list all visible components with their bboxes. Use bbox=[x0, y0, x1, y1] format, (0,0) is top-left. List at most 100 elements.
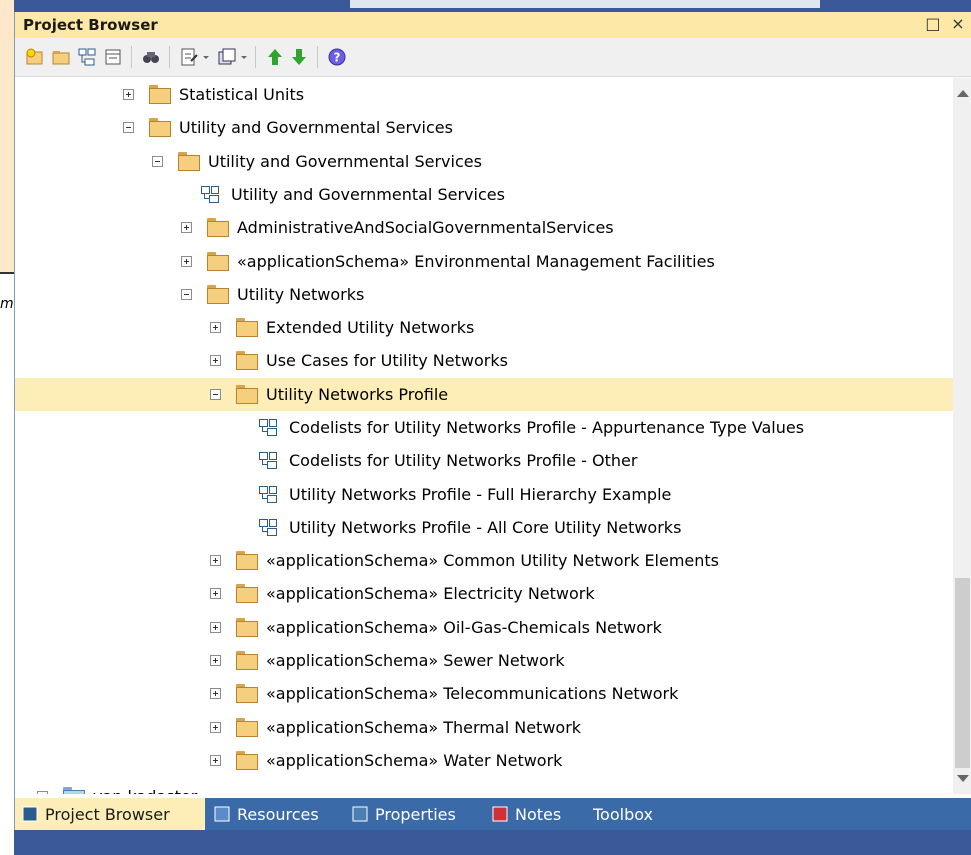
tree-folder-item[interactable]: Utility Networks Profile bbox=[15, 378, 953, 411]
tree-item-label: «applicationSchema» Environmental Manage… bbox=[237, 252, 715, 271]
expand-icon[interactable] bbox=[181, 256, 192, 267]
properties-icon bbox=[352, 806, 368, 822]
tree-diagram-item[interactable]: Codelists for Utility Networks Profile -… bbox=[15, 411, 953, 444]
properties-icon[interactable] bbox=[179, 47, 199, 67]
tab-toolbox[interactable]: Toolbox bbox=[585, 798, 675, 830]
scroll-thumb[interactable] bbox=[955, 578, 970, 768]
dropdown-arrow-icon[interactable] bbox=[239, 47, 249, 67]
background-toolbar-strip bbox=[350, 0, 820, 8]
tree-folder-item[interactable]: «applicationSchema» Common Utility Netwo… bbox=[15, 544, 953, 577]
tree-folder-item[interactable]: «applicationSchema» Electricity Network bbox=[15, 577, 953, 610]
new-element-icon[interactable] bbox=[103, 47, 123, 67]
tree-item-label: Extended Utility Networks bbox=[266, 318, 475, 337]
tab-label: Properties bbox=[375, 805, 456, 824]
collapse-icon[interactable] bbox=[123, 122, 134, 133]
tree-folder-item[interactable]: AdministrativeAndSocialGovernmentalServi… bbox=[15, 211, 953, 244]
move-down-icon[interactable] bbox=[289, 47, 309, 67]
tree-item-label: «applicationSchema» Thermal Network bbox=[266, 718, 582, 737]
move-up-icon[interactable] bbox=[265, 47, 285, 67]
tree-diagram-item[interactable]: Utility and Governmental Services bbox=[15, 178, 953, 211]
tree-item-label: «applicationSchema» Common Utility Netwo… bbox=[266, 551, 720, 570]
model-root-icon bbox=[63, 787, 85, 794]
background-app: m bbox=[0, 0, 14, 855]
help-icon[interactable]: ? bbox=[327, 47, 347, 67]
background-text-fragment: m bbox=[0, 296, 14, 312]
collapse-icon[interactable] bbox=[210, 389, 221, 400]
expand-icon[interactable] bbox=[210, 355, 221, 366]
collapse-icon[interactable] bbox=[152, 156, 163, 167]
new-item-icon[interactable] bbox=[217, 47, 237, 67]
tree-item-label: Codelists for Utility Networks Profile -… bbox=[289, 451, 638, 470]
folder-icon bbox=[207, 252, 229, 271]
tree-item-label: «applicationSchema» Oil-Gas-Chemicals Ne… bbox=[266, 618, 662, 637]
expand-icon[interactable] bbox=[37, 791, 48, 794]
scroll-down-arrow-icon[interactable] bbox=[957, 775, 969, 782]
bottom-tab-bar: Project Browser Resources Properties Notes T… bbox=[15, 798, 971, 830]
tab-notes[interactable]: Notes bbox=[485, 798, 585, 830]
dropdown-arrow-icon[interactable] bbox=[201, 47, 211, 67]
tree-folder-item[interactable]: Utility and Governmental Services bbox=[15, 111, 953, 144]
tree-diagram-item[interactable]: Utility Networks Profile - All Core Util… bbox=[15, 511, 953, 544]
folder-icon bbox=[236, 651, 258, 670]
tab-properties[interactable]: Properties bbox=[345, 798, 485, 830]
vertical-scrollbar[interactable] bbox=[953, 78, 971, 794]
tree-folder-item[interactable]: Utility Networks bbox=[15, 278, 953, 311]
find-icon[interactable] bbox=[141, 47, 161, 67]
expand-icon[interactable] bbox=[123, 89, 134, 100]
tree-folder-item[interactable]: «applicationSchema» Telecommunications N… bbox=[15, 677, 953, 710]
new-package-icon[interactable] bbox=[25, 47, 45, 67]
close-button[interactable]: × bbox=[948, 14, 968, 33]
tree-folder-item[interactable]: «applicationSchema» Environmental Manage… bbox=[15, 245, 953, 278]
tree-folder-item[interactable]: Statistical Units bbox=[15, 78, 953, 111]
new-folder-icon[interactable] bbox=[51, 47, 71, 67]
tree-item-label: Use Cases for Utility Networks bbox=[266, 351, 508, 370]
tree-folder-item[interactable]: Utility and Governmental Services bbox=[15, 145, 953, 178]
expand-icon[interactable] bbox=[210, 722, 221, 733]
project-browser-icon bbox=[22, 806, 38, 822]
tab-project-browser[interactable]: Project Browser bbox=[15, 798, 205, 830]
project-tree: Statistical Units Utility and Governmenta… bbox=[15, 78, 953, 794]
folder-icon bbox=[149, 85, 171, 104]
expand-icon[interactable] bbox=[210, 322, 221, 333]
expand-icon[interactable] bbox=[210, 622, 221, 633]
tree-folder-item[interactable]: «applicationSchema» Thermal Network bbox=[15, 711, 953, 744]
tree-folder-item[interactable]: Use Cases for Utility Networks bbox=[15, 344, 953, 377]
expand-icon[interactable] bbox=[210, 588, 221, 599]
tree-item-label: «applicationSchema» Water Network bbox=[266, 751, 563, 770]
diagram-icon bbox=[259, 419, 277, 436]
expand-icon[interactable] bbox=[210, 655, 221, 666]
tree-folder-item[interactable]: Extended Utility Networks bbox=[15, 311, 953, 344]
tree-folder-item[interactable]: «applicationSchema» Oil-Gas-Chemicals Ne… bbox=[15, 611, 953, 644]
tree-item-label: Utility Networks Profile - All Core Util… bbox=[289, 518, 682, 537]
folder-icon bbox=[236, 385, 258, 404]
expand-icon[interactable] bbox=[210, 688, 221, 699]
tree-folder-item[interactable]: «applicationSchema» Water Network bbox=[15, 744, 953, 777]
new-diagram-icon[interactable] bbox=[77, 47, 97, 67]
tab-label: Notes bbox=[515, 805, 562, 824]
expand-icon[interactable] bbox=[210, 755, 221, 766]
collapse-icon[interactable] bbox=[181, 289, 192, 300]
folder-icon bbox=[236, 351, 258, 370]
tree-item-label: Utility Networks bbox=[237, 285, 365, 304]
expand-icon[interactable] bbox=[181, 222, 192, 233]
scroll-up-arrow-icon[interactable] bbox=[957, 90, 969, 97]
toolbar: ? bbox=[15, 38, 971, 77]
toolbar-separator bbox=[169, 46, 170, 68]
panel-title: Project Browser bbox=[23, 16, 158, 34]
tree-diagram-item[interactable]: Utility Networks Profile - Full Hierarch… bbox=[15, 478, 953, 511]
tree-folder-item[interactable]: van kadaster bbox=[15, 780, 953, 794]
tree-folder-item[interactable]: «applicationSchema» Sewer Network bbox=[15, 644, 953, 677]
tree-diagram-item[interactable]: Codelists for Utility Networks Profile -… bbox=[15, 444, 953, 477]
project-browser-panel: Project Browser □ × ? Statistical Units U… bbox=[14, 12, 971, 855]
toolbar-separator bbox=[317, 46, 318, 68]
diagram-icon bbox=[259, 519, 277, 536]
tab-label: Project Browser bbox=[45, 805, 170, 824]
tab-resources[interactable]: Resources bbox=[207, 798, 345, 830]
folder-icon bbox=[236, 684, 258, 703]
restore-button[interactable]: □ bbox=[923, 14, 943, 33]
tree-item-label: Codelists for Utility Networks Profile -… bbox=[289, 418, 805, 437]
panel-title-bar: Project Browser □ × bbox=[15, 12, 971, 38]
diagram-icon bbox=[201, 186, 219, 203]
folder-icon bbox=[236, 318, 258, 337]
expand-icon[interactable] bbox=[210, 555, 221, 566]
